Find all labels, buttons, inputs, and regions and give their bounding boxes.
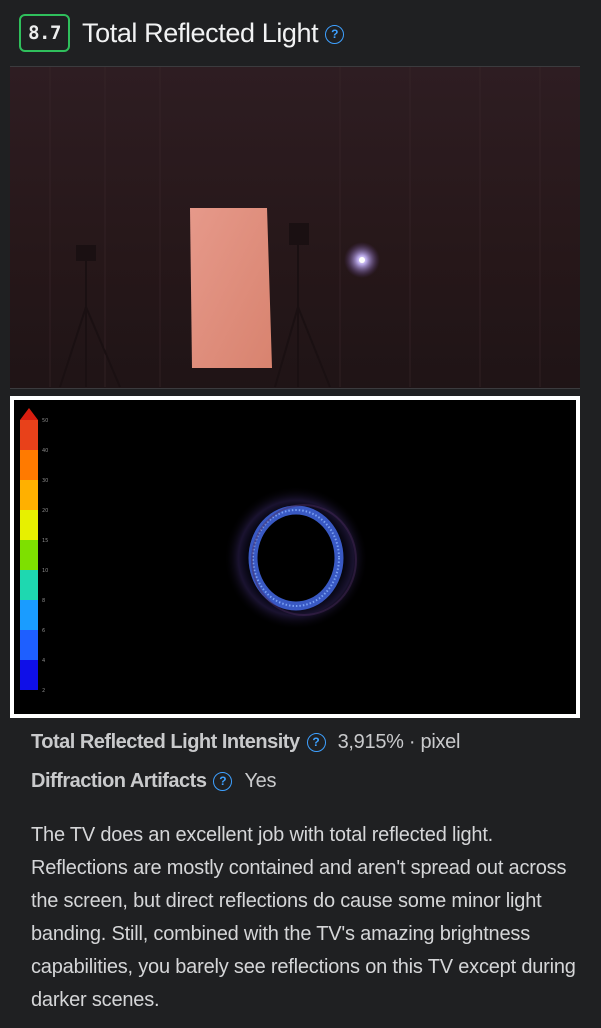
scale-label-2: 2	[42, 688, 45, 694]
question-circle-icon[interactable]: ?	[306, 732, 326, 752]
spec-value: Yes	[244, 769, 277, 792]
spec-list: Total Reflected Light Intensity ? 3,915%…	[31, 728, 571, 806]
spec-value: 3,915% · pixel	[337, 730, 461, 753]
section-header: 8.7 Total Reflected Light ?	[19, 14, 345, 52]
scale-label-6: 6	[42, 628, 45, 634]
score-badge: 8.7	[19, 14, 70, 52]
scale-label-4: 4	[42, 658, 45, 664]
scale-label-15: 15	[42, 538, 48, 544]
scale-label-40: 40	[42, 448, 48, 454]
spec-row-intensity: Total Reflected Light Intensity ? 3,915%…	[31, 728, 571, 756]
scale-label-10: 10	[42, 568, 48, 574]
review-description: The TV does an excellent job with total …	[31, 824, 576, 1011]
test-photo-image	[10, 67, 580, 388]
reflection-heatmap: 50 40 30 20 15 10 8 6 4 2	[10, 396, 580, 718]
question-circle-icon[interactable]: ?	[325, 24, 345, 44]
scale-label-50: 50	[42, 418, 48, 424]
scale-label-20: 20	[42, 508, 48, 514]
spec-label: Diffraction Artifacts	[31, 769, 207, 792]
color-scale-bar	[20, 408, 38, 690]
heatmap-image: 50 40 30 20 15 10 8 6 4 2	[14, 400, 576, 714]
section-title: Total Reflected Light	[82, 17, 319, 48]
scale-label-8: 8	[42, 598, 45, 604]
reflection-test-photo	[10, 66, 580, 389]
scale-label-30: 30	[42, 478, 48, 484]
spec-row-diffraction: Diffraction Artifacts ? Yes	[31, 767, 571, 795]
question-circle-icon[interactable]: ?	[213, 771, 233, 791]
spec-label: Total Reflected Light Intensity	[31, 730, 300, 753]
